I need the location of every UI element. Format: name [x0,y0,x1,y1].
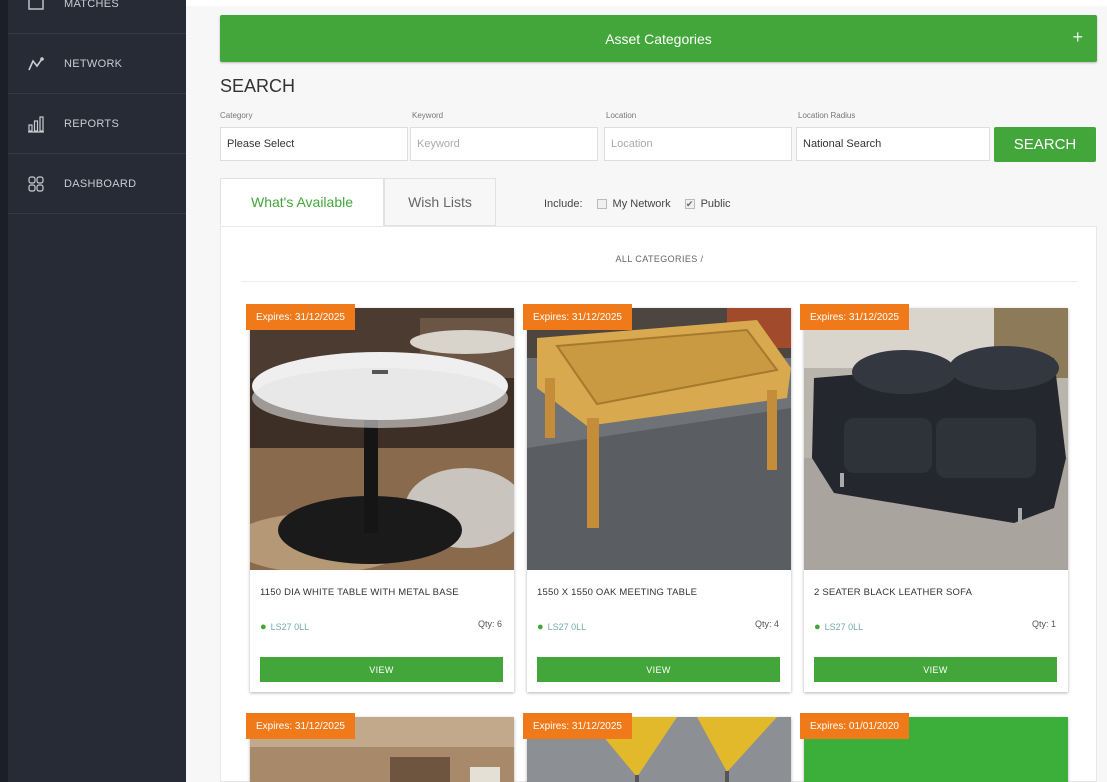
view-button[interactable]: VIEW [260,657,503,682]
expiry-badge: Expires: 31/12/2025 [800,304,909,330]
network-icon [8,56,64,72]
my-network-checkbox[interactable] [596,199,607,209]
top-bar [186,0,1107,6]
asset-image[interactable] [250,308,514,570]
asset-qty: Qty: 6 [477,619,502,629]
asset-location: ● LS27 0LL [260,621,309,633]
matches-icon [8,0,64,11]
asset-location: ● LS27 0LL [537,621,586,633]
results-panel: ALL CATEGORIES / Expires: 31/12/2025 115… [220,226,1097,782]
breadcrumb[interactable]: ALL CATEGORIES / [221,254,1098,264]
sidebar-item-label: NETWORK [64,57,123,70]
sidebar: MATCHES NETWORK REPORTS DASHBOARD [0,0,186,782]
sidebar-item-dashboard[interactable]: DASHBOARD [8,154,186,214]
asset-image[interactable] [804,308,1068,570]
map-pin-icon: ● [537,621,544,633]
search-button[interactable]: SEARCH [994,127,1096,162]
asset-image[interactable] [527,308,791,570]
asset-card[interactable]: Expires: 31/12/2025 1550 X 1550 OAK MEET… [523,304,791,692]
search-title: SEARCH [220,76,296,96]
asset-location: ● LS27 0LL [814,621,863,633]
asset-title: 1550 X 1550 OAK MEETING TABLE [537,587,698,598]
sidebar-item-label: DASHBOARD [64,177,137,190]
category-label: Category [220,111,253,120]
divider [241,281,1078,282]
asset-categories-bar[interactable]: Asset Categories + [220,15,1097,62]
asset-qty: Qty: 4 [754,619,779,629]
reports-icon [8,115,64,133]
sidebar-item-label: REPORTS [64,117,120,130]
sidebar-item-reports[interactable]: REPORTS [8,94,186,154]
location-input[interactable]: Location [604,127,792,161]
map-pin-icon: ● [814,621,821,633]
asset-card[interactable]: Expires: 31/12/2025 1150 DIA WHITE TABLE… [246,304,514,692]
expiry-badge: Expires: 31/12/2025 [523,713,632,739]
include-label: Include: [544,198,583,210]
keyword-label: Keyword [412,111,444,120]
asset-card[interactable]: Expires: 31/12/2025 [523,713,791,782]
tab-whats-available[interactable]: What's Available [220,178,384,226]
asset-card[interactable]: Expires: 31/12/2025 [246,713,514,782]
asset-title: 2 SEATER BLACK LEATHER SOFA [814,587,973,598]
view-button[interactable]: VIEW [814,657,1057,682]
asset-card[interactable]: Expires: 01/01/2020 [800,713,1068,782]
sidebar-item-label: MATCHES [64,0,120,10]
public-label: Public [700,198,731,210]
asset-categories-label: Asset Categories [605,30,712,47]
radius-select[interactable]: National Search [796,127,990,161]
my-network-label: My Network [612,198,671,210]
radius-label: Location Radius [798,111,856,120]
expiry-badge: Expires: 01/01/2020 [800,713,909,739]
expiry-badge: Expires: 31/12/2025 [246,304,355,330]
asset-card[interactable]: Expires: 31/12/2025 2 SEATER BLACK LEATH… [800,304,1068,692]
map-pin-icon: ● [260,621,267,633]
location-text: LS27 0LL [547,622,587,632]
category-select[interactable]: Please Select [220,127,408,161]
dashboard-icon [8,175,64,192]
sidebar-item-network[interactable]: NETWORK [8,34,186,94]
sidebar-item-matches[interactable]: MATCHES [8,0,186,34]
public-checkbox[interactable]: ✔ [684,199,695,209]
asset-title: 1150 DIA WHITE TABLE WITH METAL BASE [260,587,459,598]
main-content: Asset Categories + SEARCH Category Pleas… [186,0,1107,782]
include-filter: Include: My Network ✔ Public [544,198,731,210]
expiry-badge: Expires: 31/12/2025 [246,713,355,739]
sidebar-strip [0,0,8,782]
plus-icon[interactable]: + [1072,27,1083,48]
tab-wish-lists[interactable]: Wish Lists [384,178,496,226]
location-text: LS27 0LL [270,622,310,632]
location-text: LS27 0LL [824,622,864,632]
view-button[interactable]: VIEW [537,657,780,682]
location-label: Location [606,111,637,120]
asset-qty: Qty: 1 [1031,619,1056,629]
keyword-input[interactable]: Keyword [410,127,598,161]
expiry-badge: Expires: 31/12/2025 [523,304,632,330]
